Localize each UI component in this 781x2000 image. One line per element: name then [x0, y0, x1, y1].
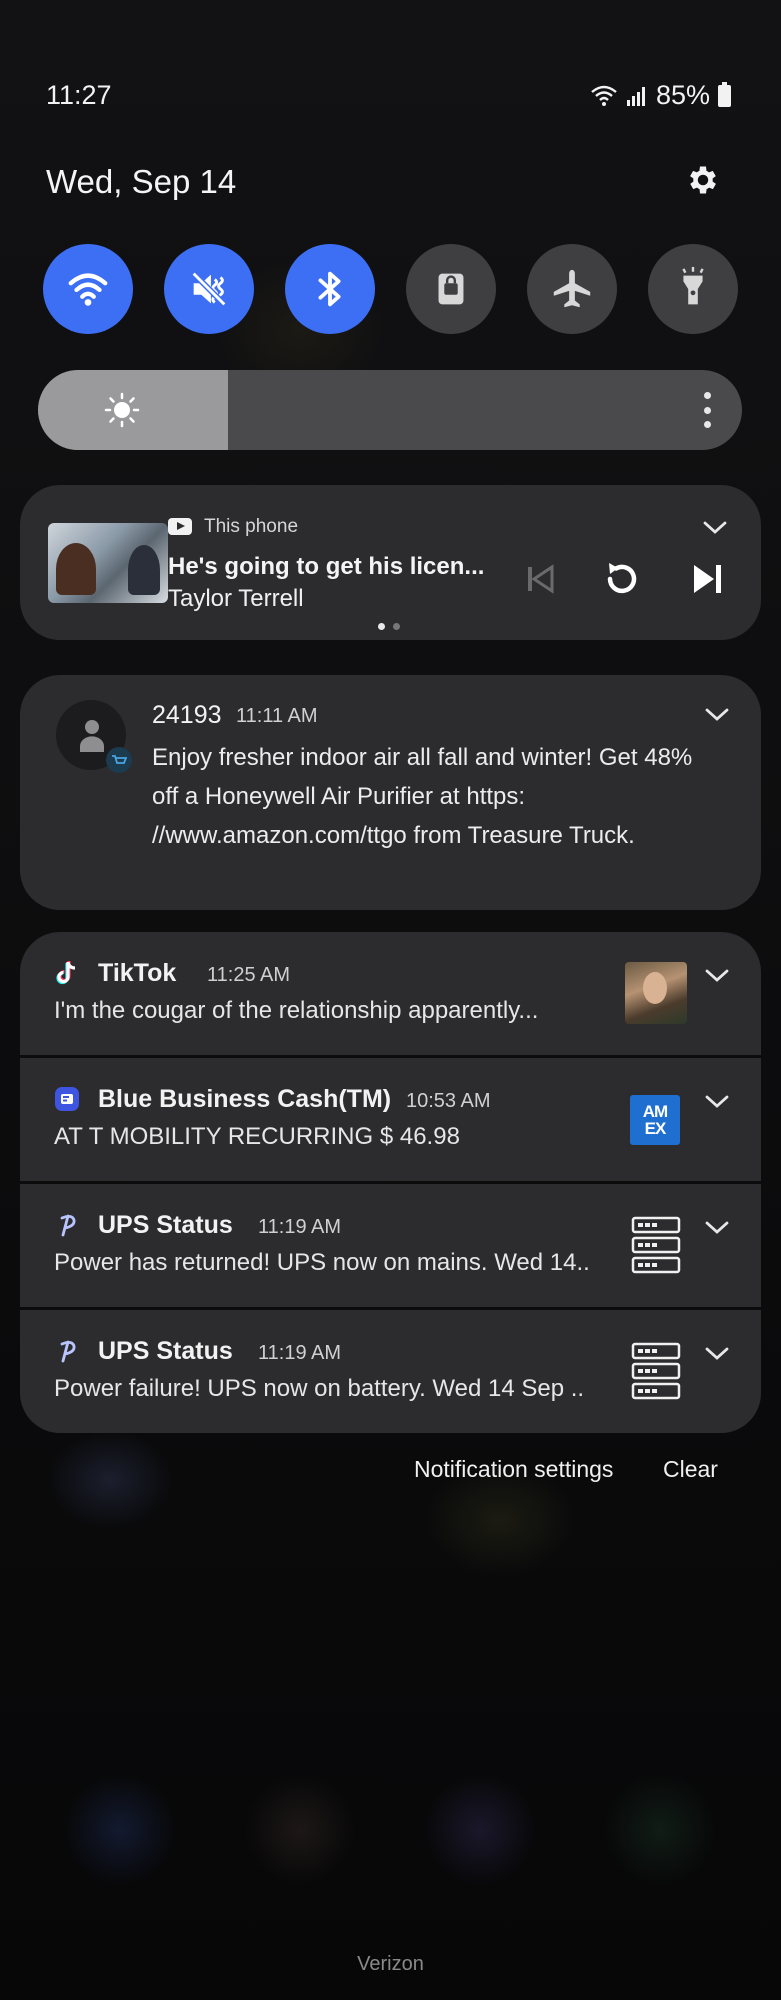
- app-name: UPS Status: [98, 1211, 233, 1239]
- media-thumbnail: [48, 523, 168, 603]
- settings-gear-icon[interactable]: [685, 162, 721, 198]
- brightness-more-icon[interactable]: [704, 392, 712, 428]
- message-notification[interactable]: 24193 11:11 AM Enjoy fresher indoor air …: [20, 675, 761, 910]
- tiktok-icon: [56, 961, 76, 985]
- mute-toggle[interactable]: [164, 244, 254, 334]
- battery-icon: [718, 81, 731, 107]
- notification-shade: 11:27 85% Wed, Sep 14 This phone He's go…: [0, 0, 781, 2000]
- notification-time: 11:19 AM: [258, 1342, 342, 1364]
- previous-track-icon[interactable]: [516, 555, 564, 603]
- notification-time: 11:19 AM: [258, 1216, 342, 1238]
- notification-time: 10:53 AM: [406, 1090, 491, 1112]
- chevron-down-icon[interactable]: [704, 1346, 730, 1362]
- status-icons: 85%: [590, 80, 731, 111]
- lock-icon: [438, 273, 464, 305]
- brightness-slider[interactable]: [38, 370, 742, 450]
- media-artist: Taylor Terrell: [168, 585, 304, 612]
- notification-settings-button[interactable]: Notification settings: [414, 1456, 613, 1483]
- bluetooth-toggle[interactable]: [285, 244, 375, 334]
- signal-icon: [626, 86, 645, 106]
- brightness-sun-icon: [104, 392, 140, 428]
- mute-icon: [191, 271, 227, 307]
- person-icon: [80, 720, 104, 752]
- ups-status-notification[interactable]: UPS Status 11:19 AM Power has returned! …: [20, 1184, 761, 1307]
- carrier-label: Verizon: [357, 1953, 424, 1975]
- notification-text: AT T MOBILITY RECURRING $ 46.98: [54, 1123, 460, 1150]
- youtube-icon: [168, 518, 192, 535]
- chevron-down-icon[interactable]: [704, 707, 730, 723]
- app-name: UPS Status: [98, 1337, 233, 1365]
- wifi-icon: [68, 273, 108, 306]
- app-name: Blue Business Cash(TM): [98, 1085, 392, 1113]
- chevron-down-icon[interactable]: [704, 968, 730, 984]
- date-label: Wed, Sep 14: [46, 163, 237, 200]
- status-time: 11:27: [46, 80, 112, 110]
- wifi-calling-icon: [591, 85, 617, 106]
- next-track-icon[interactable]: [684, 555, 732, 603]
- notification-thumbnail: [625, 962, 687, 1024]
- screen-lock-toggle[interactable]: [406, 244, 496, 334]
- bluetooth-icon: [318, 271, 341, 307]
- server-rack-icon: [631, 1216, 681, 1274]
- chevron-down-icon[interactable]: [702, 520, 728, 536]
- airplane-toggle[interactable]: [527, 244, 617, 334]
- message-time: 11:11 AM: [236, 705, 318, 727]
- chevron-down-icon[interactable]: [704, 1094, 730, 1110]
- airplane-icon: [553, 269, 591, 308]
- pushover-icon: [60, 1214, 76, 1237]
- app-name: TikTok: [98, 959, 177, 987]
- amex-logo: AM EX: [630, 1095, 680, 1145]
- server-rack-icon: [631, 1342, 681, 1400]
- replay-icon[interactable]: [598, 555, 646, 603]
- battery-percent: 85%: [655, 80, 710, 110]
- quick-settings: [43, 244, 738, 334]
- flashlight-toggle[interactable]: [648, 244, 738, 334]
- media-source: This phone: [204, 516, 299, 537]
- tiktok-notification[interactable]: TikTok 11:25 AM I'm the cougar of the re…: [20, 932, 761, 1055]
- notification-text: I'm the cougar of the relationship appar…: [54, 997, 539, 1024]
- pushover-icon: [60, 1340, 76, 1363]
- message-body: Enjoy fresher indoor air all fall and wi…: [152, 744, 693, 849]
- notification-time: 11:25 AM: [207, 964, 291, 986]
- ups-status-notification[interactable]: UPS Status 11:19 AM Power failure! UPS n…: [20, 1310, 761, 1433]
- media-title: He's going to get his licen...: [168, 553, 485, 580]
- amex-notification[interactable]: Blue Business Cash(TM) 10:53 AM AT T MOB…: [20, 1058, 761, 1181]
- clear-button[interactable]: Clear: [663, 1456, 718, 1483]
- notification-text: Power has returned! UPS now on mains. We…: [54, 1249, 590, 1276]
- messages-badge-icon: [106, 747, 132, 773]
- message-sender: 24193: [152, 701, 222, 729]
- notification-text: Power failure! UPS now on battery. Wed 1…: [54, 1375, 585, 1402]
- amex-app-icon: [55, 1087, 79, 1111]
- flashlight-icon: [682, 266, 704, 305]
- media-page-indicator: [378, 623, 400, 630]
- chevron-down-icon[interactable]: [704, 1220, 730, 1236]
- media-player-card[interactable]: This phone He's going to get his licen..…: [20, 485, 761, 640]
- wifi-toggle[interactable]: [43, 244, 133, 334]
